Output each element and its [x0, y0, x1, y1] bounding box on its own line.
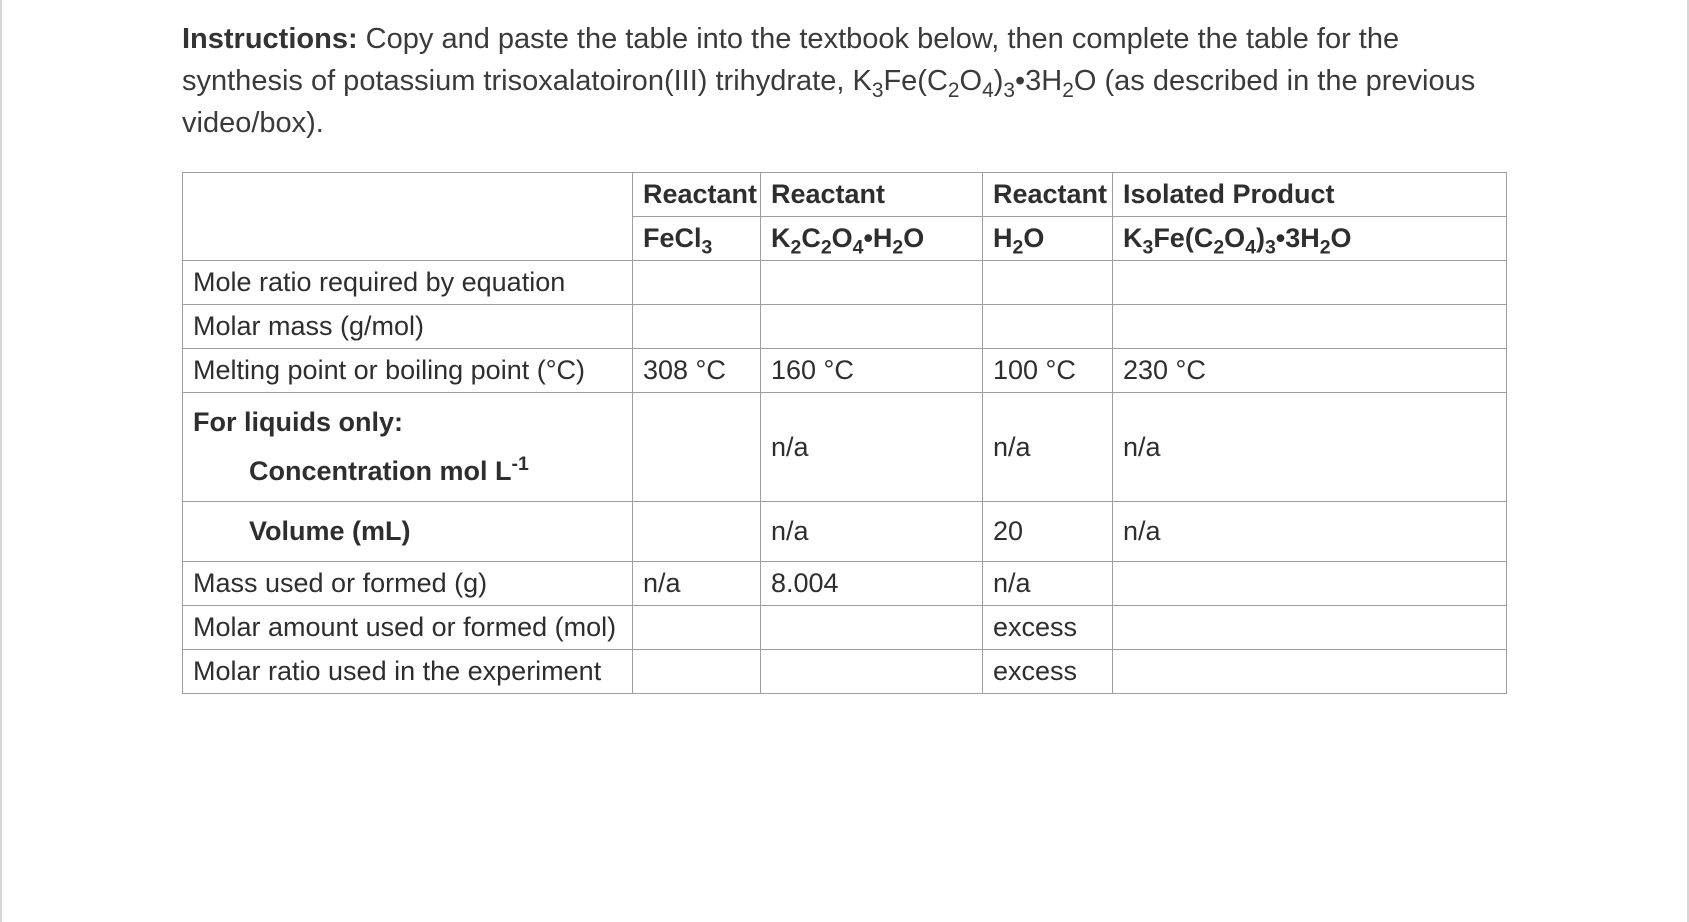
row-label-molar-amount: Molar amount used or formed (mol): [183, 606, 633, 650]
header-reactant-1: Reactant: [633, 173, 761, 217]
cell: 308 °C: [633, 349, 761, 393]
table-row: Volume (mL) n/a 20 n/a: [183, 502, 1507, 562]
table-row: Molar amount used or formed (mol) excess: [183, 606, 1507, 650]
cell: n/a: [761, 393, 983, 502]
cell: n/a: [1113, 502, 1507, 562]
cell: [761, 650, 983, 694]
cell: [761, 305, 983, 349]
table-row: Molar mass (g/mol): [183, 305, 1507, 349]
header-blank: [183, 173, 633, 261]
cell: n/a: [983, 393, 1113, 502]
cell: excess: [983, 606, 1113, 650]
table-row: For liquids only: Concentration mol L-1 …: [183, 393, 1507, 502]
header-isolated-product: Isolated Product: [1113, 173, 1507, 217]
row-label-mole-ratio: Mole ratio required by equation: [183, 261, 633, 305]
content-area: Instructions: Copy and paste the table i…: [152, 18, 1537, 694]
row-label-mass: Mass used or formed (g): [183, 562, 633, 606]
cell: n/a: [633, 562, 761, 606]
cell: 230 °C: [1113, 349, 1507, 393]
cell: [1113, 606, 1507, 650]
row-label-molar-mass: Molar mass (g/mol): [183, 305, 633, 349]
cell: excess: [983, 650, 1113, 694]
row-label-molar-ratio-used: Molar ratio used in the experiment: [183, 650, 633, 694]
table-row: Mass used or formed (g) n/a 8.004 n/a: [183, 562, 1507, 606]
cell: [1113, 650, 1507, 694]
cell: n/a: [761, 502, 983, 562]
header-formula-product: K3Fe(C2O4)3•3H2O: [1113, 217, 1507, 261]
table-row: Melting point or boiling point (°C) 308 …: [183, 349, 1507, 393]
cell: [1113, 562, 1507, 606]
cell: [761, 261, 983, 305]
cell: 20: [983, 502, 1113, 562]
cell: [1113, 305, 1507, 349]
table-row: Mole ratio required by equation: [183, 261, 1507, 305]
target-compound-formula: K3Fe(C2O4)3•3H2O: [852, 65, 1096, 97]
cell: [633, 393, 761, 502]
cell: [983, 305, 1113, 349]
cell: [633, 305, 761, 349]
header-reactant-2: Reactant: [761, 173, 983, 217]
cell: [633, 650, 761, 694]
cell: [633, 502, 761, 562]
cell: [633, 261, 761, 305]
cell: [633, 606, 761, 650]
cell: [761, 606, 983, 650]
header-formula-k2c2o4h2o: K2C2O4•H2O: [761, 217, 983, 261]
header-formula-h2o: H2O: [983, 217, 1113, 261]
reaction-table: Reactant Reactant Reactant Isolated Prod…: [182, 172, 1507, 694]
header-formula-fecl3: FeCl3: [633, 217, 761, 261]
cell: n/a: [983, 562, 1113, 606]
cell: n/a: [1113, 393, 1507, 502]
cell: [1113, 261, 1507, 305]
row-label-concentration: For liquids only: Concentration mol L-1: [183, 393, 633, 502]
cell: 100 °C: [983, 349, 1113, 393]
cell: 160 °C: [761, 349, 983, 393]
cell: [983, 261, 1113, 305]
table-row: Molar ratio used in the experiment exces…: [183, 650, 1507, 694]
page-frame: Instructions: Copy and paste the table i…: [0, 0, 1689, 922]
instructions-paragraph: Instructions: Copy and paste the table i…: [182, 18, 1507, 144]
cell: 8.004: [761, 562, 983, 606]
table-header-row-1: Reactant Reactant Reactant Isolated Prod…: [183, 173, 1507, 217]
header-reactant-3: Reactant: [983, 173, 1113, 217]
instructions-label: Instructions:: [182, 23, 358, 55]
row-label-melting-point: Melting point or boiling point (°C): [183, 349, 633, 393]
row-label-volume: Volume (mL): [183, 502, 633, 562]
